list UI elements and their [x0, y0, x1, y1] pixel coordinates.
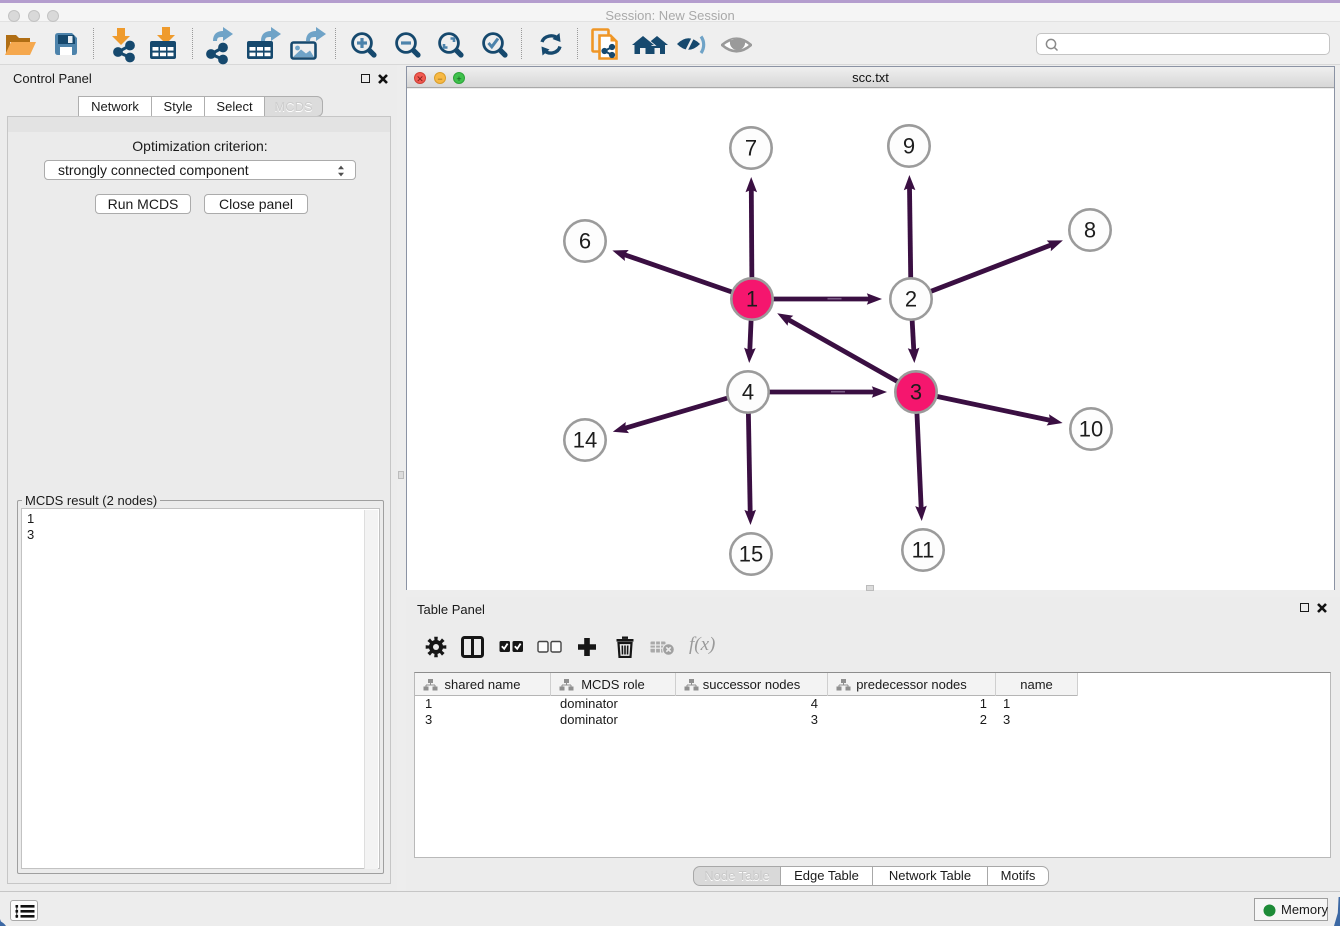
svg-text:1: 1 [746, 287, 758, 312]
svg-text:9: 9 [903, 134, 915, 159]
svg-text:8: 8 [1084, 218, 1096, 243]
svg-text:15: 15 [739, 542, 763, 567]
svg-text:3: 3 [910, 380, 922, 405]
svg-text:11: 11 [912, 538, 935, 563]
svg-text:6: 6 [579, 229, 591, 254]
svg-text:14: 14 [573, 428, 597, 453]
svg-text:10: 10 [1079, 417, 1103, 442]
svg-text:2: 2 [905, 287, 917, 312]
svg-text:4: 4 [742, 380, 754, 405]
svg-text:7: 7 [745, 136, 757, 161]
